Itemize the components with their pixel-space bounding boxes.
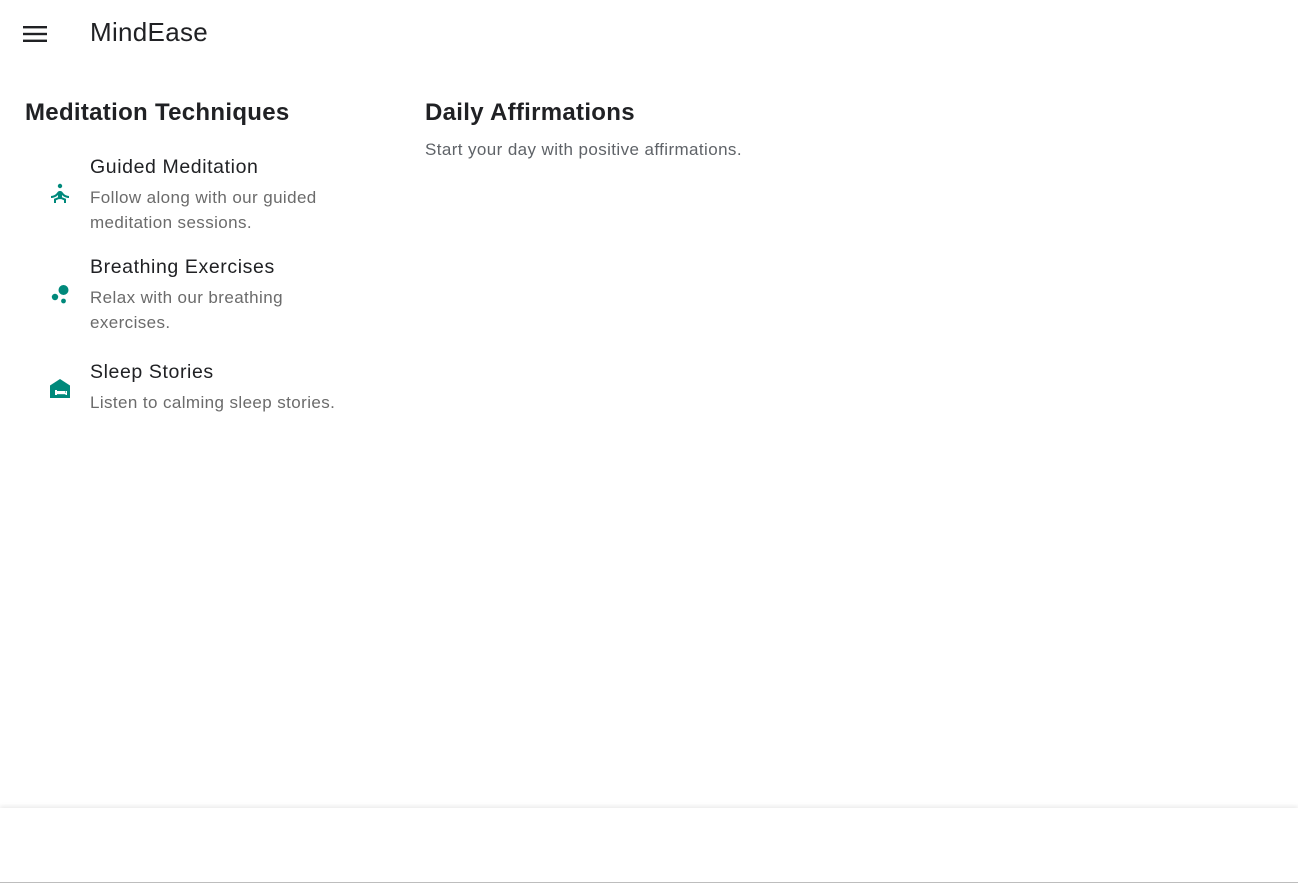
item-description: Relax with our breathing exercises. [90, 288, 283, 332]
item-title: Guided Meditation [90, 156, 259, 178]
meditation-section: Meditation Techniques [25, 96, 370, 130]
affirmations-heading: Daily Affirmations [425, 99, 635, 126]
bottom-bar [0, 808, 1298, 883]
affirmations-section: Daily Affirmations Start your day with p… [425, 96, 1125, 160]
bubble-chart-icon [48, 282, 72, 306]
menu-button[interactable] [13, 12, 57, 56]
app-title: MindEase [90, 17, 209, 47]
list-item-guided-meditation[interactable]: Guided Meditation Follow along with our … [25, 156, 370, 236]
list-item-sleep-stories[interactable]: Sleep Stories Listen to calming sleep st… [25, 361, 370, 421]
app-bar: MindEase [0, 0, 1298, 68]
list-item-breathing-exercises[interactable]: Breathing Exercises Relax with our breat… [25, 256, 370, 336]
item-description: Listen to calming sleep stories. [90, 393, 336, 412]
affirmations-text: Start your day with positive affirmation… [425, 140, 742, 159]
hotel-icon [48, 377, 72, 401]
menu-icon [23, 26, 47, 42]
item-title: Sleep Stories [90, 361, 214, 383]
self-improvement-icon [48, 182, 72, 206]
item-title: Breathing Exercises [90, 256, 275, 278]
meditation-heading: Meditation Techniques [25, 99, 290, 126]
item-description: Follow along with our guided meditation … [90, 188, 317, 232]
